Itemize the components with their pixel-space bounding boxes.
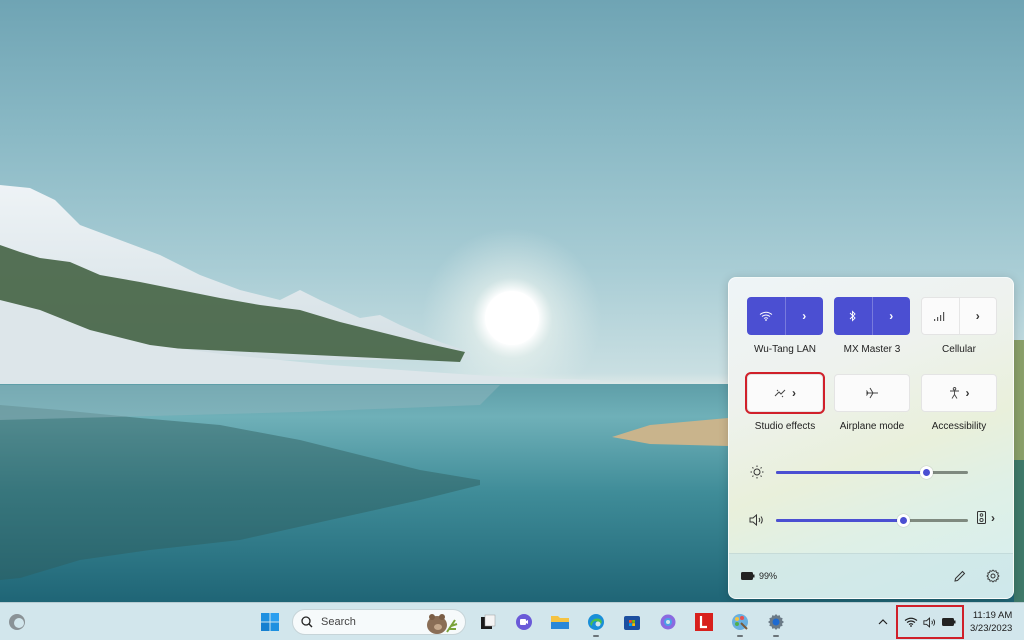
folder-icon [551, 616, 569, 629]
studio-effects-tile[interactable]: › [745, 372, 825, 414]
brightness-slider[interactable] [776, 466, 968, 479]
studio-effects-icon [774, 389, 786, 398]
taskbar-app-copilot[interactable] [650, 607, 686, 637]
show-hidden-icons-button[interactable] [872, 603, 894, 640]
bluetooth-toggle[interactable] [834, 297, 872, 335]
cellular-tile[interactable]: › [921, 297, 997, 335]
volume-slider[interactable] [776, 514, 968, 527]
accessibility-tile-label: Accessibility [931, 421, 987, 432]
speaker-icon [923, 616, 936, 628]
edge-browser-icon [588, 614, 604, 630]
taskbar: Search 11:19 AM 3/23/2023 [0, 602, 1024, 640]
battery-percentage: 99% [759, 571, 778, 581]
battery-icon [741, 572, 755, 580]
cellular-submenu-button[interactable]: › [958, 298, 997, 334]
teams-chat-icon [516, 614, 532, 630]
all-settings-button[interactable] [985, 568, 1001, 584]
brightness-slider-fill [776, 471, 926, 474]
airplane-mode-tile[interactable] [834, 374, 910, 412]
bluetooth-tile[interactable]: › [834, 297, 910, 335]
search-icon [301, 616, 313, 628]
bluetooth-icon [849, 310, 856, 322]
audio-output-device-icon [977, 511, 986, 524]
accessibility-icon [949, 387, 959, 399]
taskbar-app-lastpass[interactable] [686, 607, 722, 637]
taskbar-app-microsoft-store[interactable] [614, 607, 650, 637]
chevron-up-icon [878, 619, 888, 625]
taskbar-search-box[interactable]: Search [292, 609, 466, 635]
search-highlight-bear-icon [427, 614, 458, 634]
taskbar-app-task-view[interactable] [470, 607, 506, 637]
store-icon [624, 616, 640, 630]
edit-quick-settings-button[interactable] [951, 568, 967, 584]
speaker-icon[interactable] [747, 510, 767, 530]
battery-status[interactable]: 99% [741, 571, 777, 581]
brightness-slider-thumb[interactable] [919, 466, 933, 479]
battery-icon [941, 618, 956, 626]
copilot-icon [660, 614, 676, 630]
cellular-toggle[interactable] [922, 298, 959, 334]
wifi-tile-label: Wu-Tang LAN [753, 344, 817, 355]
taskbar-app-teams-chat[interactable] [506, 607, 542, 637]
widgets-button[interactable] [8, 613, 26, 631]
taskbar-app-file-explorer[interactable] [542, 607, 578, 637]
gear-icon [986, 569, 1000, 583]
running-indicator [737, 635, 743, 637]
wifi-submenu-button[interactable]: › [784, 297, 824, 335]
search-placeholder: Search [321, 616, 356, 628]
wifi-icon [759, 311, 773, 321]
widgets-weather-icon [9, 614, 25, 630]
taskbar-center: Search [252, 607, 794, 637]
wifi-icon [904, 617, 918, 627]
volume-slider-thumb[interactable] [896, 514, 910, 527]
studio-effects-tile-label: Studio effects [754, 421, 816, 432]
clock-time: 11:19 AM [972, 610, 1013, 621]
running-indicator [773, 635, 779, 637]
chevron-right-icon: › [975, 309, 980, 323]
volume-slider-fill [776, 519, 903, 522]
chevron-right-icon: › [991, 510, 995, 525]
lastpass-icon [695, 613, 713, 631]
paint-icon [732, 614, 748, 630]
system-tray: 11:19 AM 3/23/2023 [872, 603, 1014, 640]
clock-date: 3/23/2023 [970, 623, 1013, 634]
chevron-right-icon: › [792, 386, 796, 400]
brightness-slider-row [747, 462, 1003, 482]
wifi-toggle[interactable] [747, 297, 785, 335]
quick-settings-panel: › › › Wu-Tang LAN MX Master 3 Cellular ›… [728, 277, 1014, 599]
chevron-right-icon: › [889, 309, 894, 323]
taskbar-app-settings[interactable] [758, 607, 794, 637]
windows-start-icon [261, 613, 279, 631]
chevron-right-icon: › [802, 309, 807, 323]
chevron-right-icon: › [965, 386, 970, 400]
quick-settings-button[interactable] [896, 605, 964, 639]
audio-output-selector[interactable]: › [977, 511, 995, 524]
airplane-mode-tile-label: Airplane mode [839, 421, 905, 432]
taskbar-app-edge[interactable] [578, 607, 614, 637]
taskbar-app-paint[interactable] [722, 607, 758, 637]
running-indicator [593, 635, 599, 637]
bluetooth-submenu-button[interactable]: › [871, 297, 911, 335]
taskbar-clock[interactable]: 11:19 AM 3/23/2023 [970, 609, 1014, 635]
start-button[interactable] [252, 607, 288, 637]
cellular-tile-label: Cellular [942, 344, 976, 355]
accessibility-tile[interactable]: › [921, 374, 997, 412]
task-view-icon [481, 614, 496, 629]
wifi-tile[interactable]: › [747, 297, 823, 335]
bluetooth-tile-label: MX Master 3 [843, 344, 901, 355]
volume-slider-row: › [747, 510, 1003, 530]
airplane-icon [866, 387, 878, 399]
cellular-signal-icon [934, 311, 945, 321]
quick-settings-footer: 99% [729, 553, 1013, 598]
sun-icon [747, 462, 767, 482]
settings-gear-icon [768, 614, 784, 630]
pencil-icon [953, 570, 965, 582]
